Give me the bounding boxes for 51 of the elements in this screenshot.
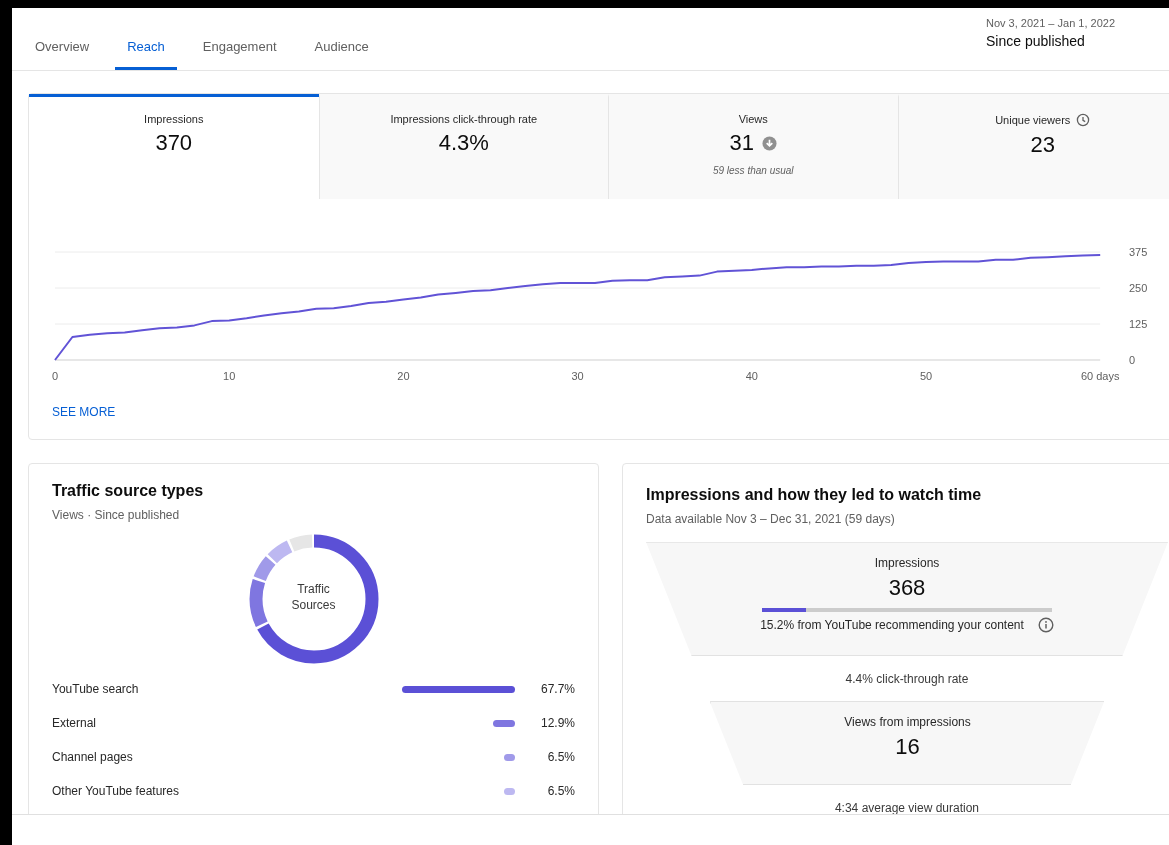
date-range: Nov 3, 2021 – Jan 1, 2022 [986,17,1117,29]
metric-note: 59 less than usual [712,165,794,176]
card-subtitle: Views · Since published [52,508,181,522]
source-share: 12.9% [539,716,575,730]
x-tick-label: 40 [745,370,758,382]
card-title: Impressions and how they led to watch time [646,486,983,504]
metric-value: 23 [1030,132,1055,158]
metric-value: 31 [729,130,754,156]
metric-label: Impressions click-through rate [390,113,538,125]
tab[interactable]: Engagement [190,39,289,70]
y-tick-label: 375 [1129,246,1148,258]
x-tick-label: 30 [571,370,584,382]
funnel-rate: 4:34 average view duration [834,800,980,814]
x-tick-label: 0 [51,370,59,382]
funnel-label: Views from impressions [844,715,971,729]
metric-label: Impressions [144,113,204,125]
funnel-label: Impressions [874,556,940,570]
source-share: 6.5% [546,784,575,798]
funnel-rate: 4.4% click-through rate [845,671,969,686]
source-share: 67.7% [539,682,575,696]
metric-label: Unique viewers [995,114,1071,126]
source-name: YouTube search [52,682,140,696]
card-subtitle: Data available Nov 3 – Dec 31, 2021 (59 days) [646,512,896,526]
metric-tab[interactable]: Views 31 59 less than usual [608,94,898,199]
tab[interactable]: Overview [23,39,102,70]
info-icon[interactable] [1037,617,1054,633]
x-tick-label: 20 [397,370,410,382]
source-name: External [52,716,98,730]
date-range-label[interactable]: Since published [986,33,1169,49]
metric-value: 370 [155,130,193,156]
see-more-link[interactable]: SEE MORE [52,405,116,419]
tab[interactable]: Reach [115,39,177,70]
metric-label: Views [738,113,768,125]
card-title: Traffic source types [52,482,205,500]
x-tick-label: 50 [919,370,933,382]
source-name: Channel pages [52,750,134,764]
funnel-note: 15.2% from YouTube recommending your content [760,618,1024,632]
tab[interactable]: Audience [302,39,381,70]
metric-value: 4.3% [438,130,489,156]
metric-tab[interactable]: Unique viewers 23 [897,94,1169,199]
y-tick-label: 250 [1129,282,1148,294]
y-tick-label: 125 [1129,318,1148,330]
x-tick-label: 60 days [1080,370,1120,382]
funnel-value: 368 [888,575,926,601]
y-tick-label: 0 [1129,354,1136,366]
donut-center-label: Traffic Sources [290,581,337,613]
x-tick-label: 10 [223,370,236,382]
metric-tab[interactable]: Impressions click-through rate 4.3% [318,94,608,199]
funnel-value: 16 [895,734,920,760]
source-name: Other YouTube features [52,784,180,798]
source-share: 6.5% [546,750,575,764]
